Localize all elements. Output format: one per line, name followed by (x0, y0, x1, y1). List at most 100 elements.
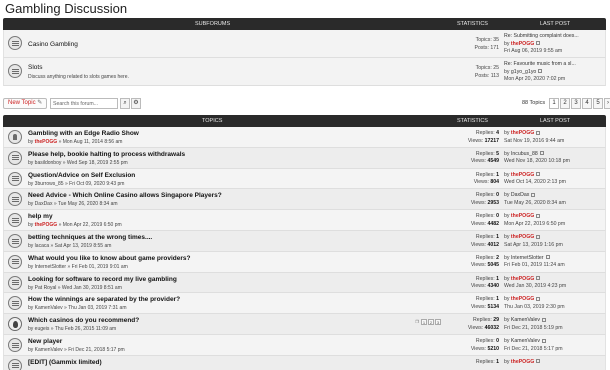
goto-last-post-icon[interactable] (536, 130, 541, 135)
topic-meta: by thePOGG » Mon Aug 11, 2014 8:56 am (28, 139, 122, 145)
topic-title[interactable]: How the winnings are separated by the pr… (28, 296, 180, 303)
last-post-author[interactable]: thePOGG (511, 296, 534, 302)
topic-meta: by lacaca » Sat Apr 13, 2019 8:55 am (28, 243, 111, 249)
topic-author[interactable]: Pat Royal (35, 285, 57, 291)
topic-title[interactable]: [EDIT] (Gammix limited) (28, 359, 102, 366)
topic-replies: Replies: 1 (457, 234, 499, 242)
topic-glyph (11, 217, 19, 223)
last-post-author[interactable]: thePOGG (511, 234, 534, 240)
topic-author[interactable]: lacaca (35, 243, 49, 249)
topic-title[interactable]: Please help, bookie halting to process w… (28, 151, 185, 158)
topic-author[interactable]: thePOGG (35, 139, 58, 145)
topic-row[interactable]: Which casinos do you recommend? by eugeis… (3, 314, 606, 335)
last-post-author[interactable]: DaxDax (511, 192, 529, 198)
replies-label: Replies: (475, 275, 497, 282)
goto-last-post-icon[interactable] (531, 193, 536, 198)
goto-last-post-icon[interactable] (545, 255, 550, 260)
topic-last-post: by thePOGG Wed Oct 14, 2020 2:13 pm (504, 172, 566, 187)
forum-title[interactable]: Casino Gambling (28, 41, 78, 48)
topic-row[interactable]: How the winnings are separated by the pr… (3, 293, 606, 315)
goto-last-post-icon[interactable] (539, 151, 544, 156)
last-post-author[interactable]: thePOGG (511, 276, 534, 282)
topic-meta: by Pat Royal » Wed Jan 30, 2019 8:51 am (28, 285, 122, 291)
goto-last-post-icon[interactable] (536, 234, 541, 239)
last-post-author[interactable]: thePOGG (511, 359, 534, 365)
page-3[interactable]: 3 (571, 98, 581, 109)
topic-page-link[interactable]: 1 (421, 319, 427, 326)
goto-last-post-icon[interactable] (538, 69, 543, 74)
topic-page-link[interactable]: 3 (435, 319, 441, 326)
page-5[interactable]: 5 (593, 98, 603, 109)
topic-last-post: by thePOGG (504, 358, 541, 367)
topic-row[interactable]: Need Advice - Which Online Casino allows… (3, 189, 606, 211)
topic-row[interactable]: Looking for software to record my live g… (3, 272, 606, 294)
goto-last-post-icon[interactable] (536, 297, 541, 302)
page-4[interactable]: 4 (582, 98, 592, 109)
topic-title[interactable]: New player (28, 338, 62, 345)
topic-title[interactable]: help my (28, 213, 53, 220)
goto-last-post-icon[interactable] (536, 359, 541, 364)
topic-date: » Fri Oct 09, 2020 9:43 pm (64, 180, 125, 187)
search-button[interactable]: ⌕ (120, 98, 130, 109)
last-post-author[interactable]: g1yo_g1yo (511, 69, 536, 75)
next-page-button[interactable]: › (604, 98, 610, 109)
topic-author[interactable]: InternetSlotter (35, 264, 66, 270)
by-label: by (28, 201, 35, 208)
forum-row[interactable]: Slots Discuss anything related to slots g… (3, 58, 606, 86)
topic-row[interactable]: betting techniques at the wrong times...… (3, 231, 606, 252)
last-post-title[interactable]: Re: Favourite music from a sl... (504, 61, 576, 69)
topic-title[interactable]: Gambling with an Edge Radio Show (28, 130, 139, 137)
new-topic-button[interactable]: New Topic ✎ (3, 98, 48, 109)
topic-title[interactable]: Need Advice - Which Online Casino allows… (28, 192, 222, 199)
topic-page-link[interactable]: 2 (428, 319, 434, 326)
page-1[interactable]: 1 (549, 98, 559, 109)
advanced-search-button[interactable]: ⚙ (131, 98, 141, 109)
by-label: by (504, 338, 511, 344)
topic-author[interactable]: DaxDax (35, 201, 53, 207)
last-post-author[interactable]: thePOGG (511, 213, 534, 219)
goto-last-post-icon[interactable] (536, 41, 541, 46)
goto-last-post-icon[interactable] (536, 276, 541, 281)
last-post-author[interactable]: thePOGG (511, 41, 534, 47)
topic-row[interactable]: help my by thePOGG » Mon Apr 22, 2019 6:5… (3, 210, 606, 231)
topic-title[interactable]: Question/Advice on Self Exclusion (28, 172, 135, 179)
topic-replies: Replies: 0 (457, 338, 499, 346)
topic-last-post: by thePOGG Mon Apr 22, 2019 6:50 pm (504, 213, 565, 228)
goto-last-post-icon[interactable] (536, 172, 541, 177)
last-post-author[interactable]: InternetSlotter (511, 255, 544, 261)
topic-title[interactable]: What would you like to know about game p… (28, 255, 191, 262)
topic-row[interactable]: New player by KamenValev » Fri Dec 21, 20… (3, 335, 606, 356)
last-post-author-line: by thePOGG (504, 41, 579, 49)
topic-row[interactable]: Gambling with an Edge Radio Show by thePO… (3, 127, 606, 148)
topic-row[interactable]: Question/Advice on Self Exclusion by 3bur… (3, 168, 606, 190)
goto-last-post-icon[interactable] (541, 338, 546, 343)
views-label: Views: (473, 179, 491, 186)
topic-row[interactable]: Please help, bookie halting to process w… (3, 147, 606, 169)
goto-last-post-icon[interactable] (541, 317, 546, 322)
topic-row[interactable]: What would you like to know about game p… (3, 251, 606, 273)
last-post-title[interactable]: Re: Submitting complaint does... (504, 33, 579, 41)
last-post-author[interactable]: KamenValev (511, 317, 540, 323)
topic-author[interactable]: basildonboy (35, 160, 62, 166)
topic-title[interactable]: Looking for software to record my live g… (28, 276, 177, 283)
topic-author[interactable]: thePOGG (35, 222, 58, 228)
topic-author[interactable]: eugeis (35, 326, 50, 332)
topic-row[interactable]: [EDIT] (Gammix limited) Replies: 1 by theP… (3, 355, 606, 370)
topic-title[interactable]: Which casinos do you recommend? (28, 317, 139, 324)
last-post-date: Mon Apr 20, 2020 7:02 pm (504, 76, 566, 82)
page-2[interactable]: 2 (560, 98, 570, 109)
forum-row[interactable]: Casino Gambling Topics: 35 Posts: 171 Re: S… (3, 30, 606, 58)
by-label: by (504, 358, 511, 365)
topic-title[interactable]: betting techniques at the wrong times...… (28, 234, 152, 241)
search-input[interactable]: Search this forum... (50, 98, 118, 109)
topic-author[interactable]: KamenValev (35, 347, 63, 353)
last-post-author[interactable]: thePOGG (511, 130, 534, 136)
last-post-author[interactable]: Incubus_88 (511, 151, 538, 157)
forum-title[interactable]: Slots (28, 64, 42, 71)
last-post-author[interactable]: KamenValev (511, 338, 540, 344)
topic-author[interactable]: KamenValev (35, 305, 63, 311)
topic-author[interactable]: 3burrows_85 (35, 181, 64, 187)
replies-count: 0 (496, 338, 499, 344)
last-post-author[interactable]: thePOGG (511, 172, 534, 178)
goto-last-post-icon[interactable] (536, 213, 541, 218)
